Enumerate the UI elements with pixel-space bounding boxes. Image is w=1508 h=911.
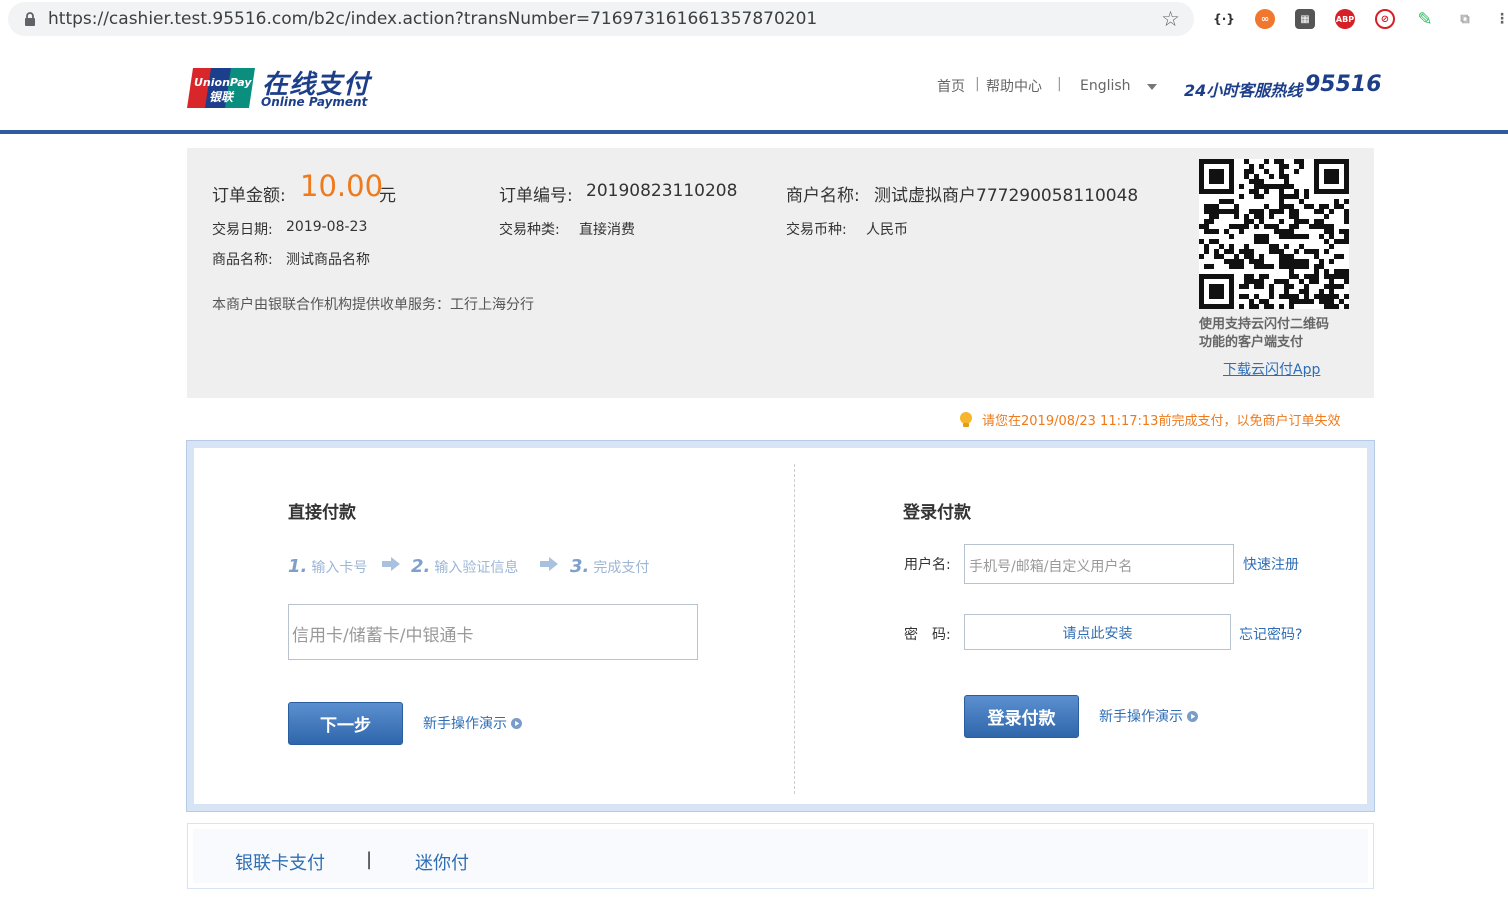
next-step-button[interactable]: 下一步 xyxy=(288,702,403,745)
step-number: 3. xyxy=(570,556,590,577)
acquirer-text: 本商户由银联合作机构提供收单服务：工行上海分行 xyxy=(212,297,534,313)
username-label: 用户名: xyxy=(904,557,951,573)
section-divider xyxy=(794,464,795,794)
goods-label: 商品名称: xyxy=(212,252,273,268)
password-install-field[interactable]: 请点此安装 xyxy=(964,614,1231,650)
tab-separator: | xyxy=(366,849,373,870)
order-info-panel: 订单金额: 10.00 元 订单编号: 20190823110208 商户名称:… xyxy=(187,148,1374,398)
hotline-label: 24小时客服热线 xyxy=(1184,81,1303,100)
date-value: 2019-08-23 xyxy=(286,219,368,235)
nav-separator: | xyxy=(1057,76,1062,92)
register-link[interactable]: 快速注册 xyxy=(1243,554,1299,574)
play-icon xyxy=(511,717,522,729)
menu-icon[interactable]: ⋮ xyxy=(1492,9,1508,29)
password-label: 密 码: xyxy=(904,627,951,643)
qr-code xyxy=(1199,159,1349,309)
reader-extension-icon[interactable]: ⧉ xyxy=(1455,9,1475,29)
type-value: 直接消费 xyxy=(579,222,635,238)
svg-text:银联: 银联 xyxy=(209,90,235,104)
logo-subtitle: Online Payment xyxy=(261,95,368,109)
step-1: 1. 输入卡号 xyxy=(288,556,367,577)
date-label: 交易日期: xyxy=(212,222,273,238)
step-3: 3. 完成支付 xyxy=(570,556,649,577)
arrow-right-icon xyxy=(382,557,400,571)
step-label: 输入验证信息 xyxy=(434,560,519,576)
type-label: 交易种类: xyxy=(499,222,560,238)
language-select[interactable]: English xyxy=(1080,78,1131,94)
currency-value: 人民币 xyxy=(866,222,908,238)
qr-caption-line: 使用支持云闪付二维码 xyxy=(1199,317,1330,332)
amount-label: 订单金额: xyxy=(212,186,286,206)
step-label: 输入卡号 xyxy=(311,560,368,576)
amount-value: 10.00 xyxy=(300,169,384,203)
step-number: 1. xyxy=(288,556,308,577)
order-no-label: 订单编号: xyxy=(499,186,573,206)
warning-text: 请您在2019/08/23 11:17:13前完成支付，以免商户订单失效 xyxy=(982,414,1341,429)
arrow-right-icon xyxy=(540,557,558,571)
merchant-value: 测试虚拟商户777290058110048 xyxy=(874,186,1139,206)
browser-toolbar: https://cashier.test.95516.com/b2c/index… xyxy=(0,0,1508,40)
order-no-value: 20190823110208 xyxy=(586,181,738,201)
login-demo-link[interactable]: 新手操作演示 xyxy=(1099,706,1198,726)
evernote-icon[interactable]: ✎ xyxy=(1415,9,1435,30)
direct-pay-title: 直接付款 xyxy=(288,503,356,523)
site-header: UnionPay 银联 在线支付 Online Payment 首页 | 帮助中… xyxy=(0,40,1508,134)
step-label: 完成支付 xyxy=(593,560,650,576)
play-icon xyxy=(1187,710,1198,722)
tab-mini-pay[interactable]: 迷你付 xyxy=(415,849,469,875)
qr-caption: 使用支持云闪付二维码 功能的客户端支付 xyxy=(1199,316,1369,352)
payment-box: 直接付款 1. 输入卡号 2. 输入验证信息 3. 完成支付 信用卡/储蓄卡/中银通卡… xyxy=(186,440,1375,812)
bookmark-star-icon[interactable]: ☆ xyxy=(1161,7,1180,31)
login-pay-title: 登录付款 xyxy=(903,503,971,523)
step-number: 2. xyxy=(411,556,431,577)
demo-link-label[interactable]: 新手操作演示 xyxy=(1099,706,1183,726)
qr-caption-line: 功能的客户端支付 xyxy=(1199,335,1304,350)
direct-demo-link[interactable]: 新手操作演示 xyxy=(423,713,522,733)
nav-help-link[interactable]: 帮助中心 xyxy=(986,76,1042,96)
lightbulb-icon xyxy=(960,411,972,427)
lock-icon xyxy=(25,12,35,26)
forgot-password-link[interactable]: 忘记密码? xyxy=(1239,624,1302,644)
tabs-inner: 银联卡支付 | 迷你付 xyxy=(193,829,1368,883)
card-number-input[interactable]: 信用卡/储蓄卡/中银通卡 xyxy=(288,604,698,660)
infinity-extension-icon[interactable]: ∞ xyxy=(1255,9,1275,29)
block-extension-icon[interactable]: ⊘ xyxy=(1375,9,1395,29)
merchant-label: 商户名称: xyxy=(786,186,860,206)
adblock-plus-icon[interactable]: ABP xyxy=(1335,9,1355,29)
unionpay-logo[interactable]: UnionPay 银联 xyxy=(187,66,255,110)
step-2: 2. 输入验证信息 xyxy=(411,556,518,577)
chevron-down-icon[interactable] xyxy=(1147,84,1157,90)
login-pay-button[interactable]: 登录付款 xyxy=(964,695,1079,738)
nav-separator: | xyxy=(975,76,980,92)
json-extension-icon[interactable]: {·} xyxy=(1213,9,1235,29)
payment-method-tabs: 银联卡支付 | 迷你付 xyxy=(187,823,1374,889)
image-extension-icon[interactable]: ▦ xyxy=(1295,9,1315,29)
demo-link-label[interactable]: 新手操作演示 xyxy=(423,713,507,733)
timeout-warning: 请您在2019/08/23 11:17:13前完成支付，以免商户订单失效 xyxy=(958,410,1340,429)
url-text[interactable]: https://cashier.test.95516.com/b2c/index… xyxy=(48,9,817,29)
download-app-link[interactable]: 下载云闪付App xyxy=(1223,359,1320,379)
username-input[interactable]: 手机号/邮箱/自定义用户名 xyxy=(964,544,1234,584)
svg-text:UnionPay: UnionPay xyxy=(194,76,252,89)
goods-value: 测试商品名称 xyxy=(286,252,370,268)
address-bar[interactable]: https://cashier.test.95516.com/b2c/index… xyxy=(8,2,1194,36)
amount-unit: 元 xyxy=(379,186,396,206)
currency-label: 交易币种: xyxy=(786,222,847,238)
hotline-number: 95516 xyxy=(1305,72,1382,97)
nav-home-link[interactable]: 首页 xyxy=(937,76,965,96)
tab-unionpay-card[interactable]: 银联卡支付 xyxy=(235,849,325,875)
